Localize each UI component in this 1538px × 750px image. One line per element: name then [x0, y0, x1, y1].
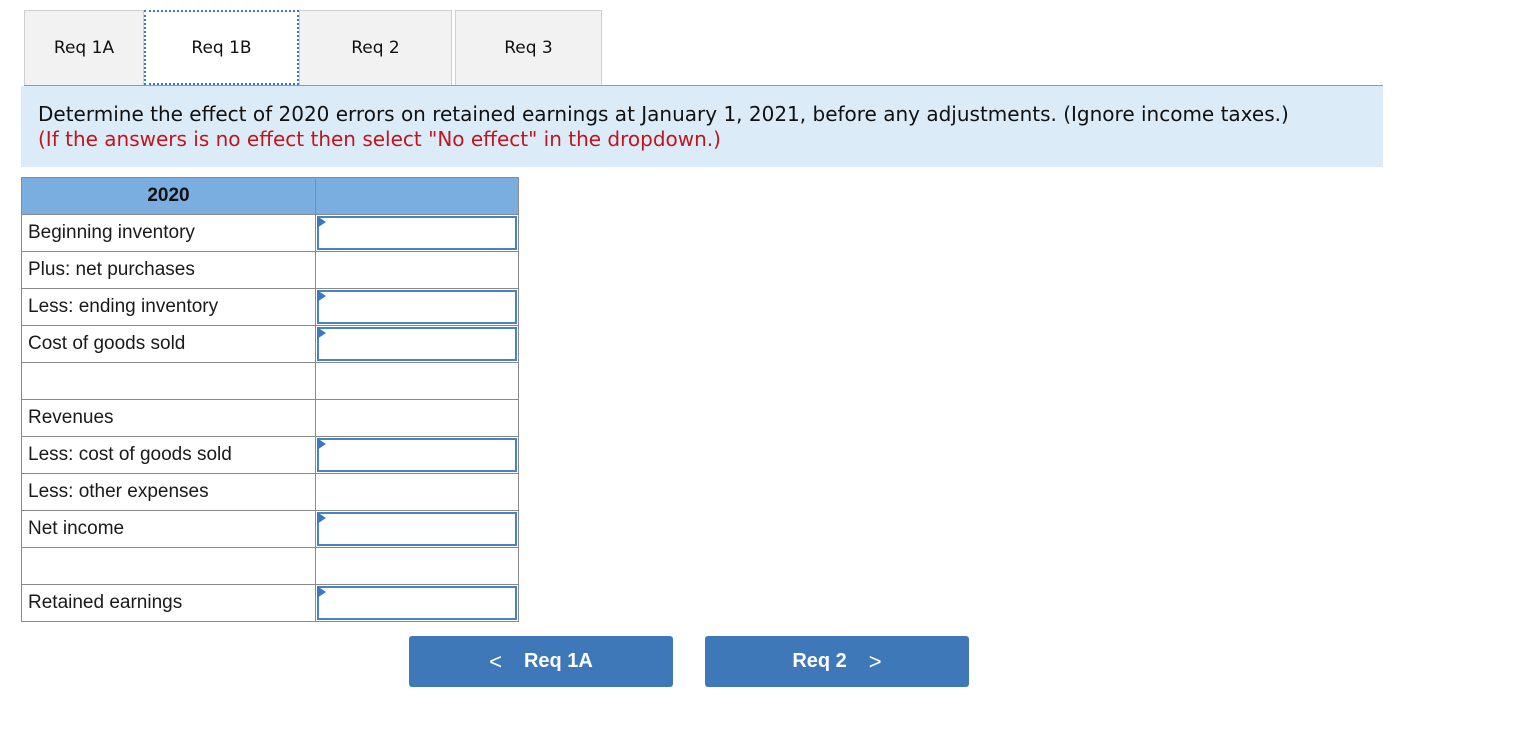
row-value-cell	[315, 399, 519, 437]
effect-dropdown[interactable]	[317, 438, 517, 472]
answer-table: 2020 Beginning inventory Plus: net purcha…	[21, 177, 519, 622]
chevron-left-icon: <	[489, 648, 502, 674]
row-value-cell	[315, 325, 519, 363]
prev-req-button[interactable]: < Req 1A	[409, 636, 673, 687]
dropdown-flag-icon	[317, 290, 326, 302]
row-value-cell	[315, 214, 519, 252]
row-label: Plus: net purchases	[21, 251, 316, 289]
row-label: Net income	[21, 510, 316, 548]
row-value-cell	[315, 510, 519, 548]
table-row	[21, 362, 519, 400]
row-label	[21, 362, 316, 400]
effect-dropdown[interactable]	[317, 290, 517, 324]
year-header: 2020	[21, 177, 316, 215]
row-value-cell	[315, 251, 519, 289]
row-label: Revenues	[21, 399, 316, 437]
instruction-text: Determine the effect of 2020 errors on r…	[38, 102, 1289, 126]
table-row	[21, 547, 519, 585]
table-row: Net income	[21, 510, 519, 548]
dropdown-flag-icon	[317, 327, 326, 339]
effect-dropdown[interactable]	[317, 327, 517, 361]
prev-req-label: Req 1A	[523, 650, 593, 672]
row-label: Cost of goods sold	[21, 325, 316, 363]
chevron-right-icon: >	[868, 648, 882, 674]
table-header-row: 2020	[21, 177, 519, 215]
table-row: Revenues	[21, 399, 519, 437]
row-value-cell	[315, 584, 519, 622]
tab-req-3[interactable]: Req 3	[455, 10, 602, 85]
requirement-tabs: Req 1A Req 1B Req 2 Req 3	[24, 10, 602, 85]
tab-req-1b[interactable]: Req 1B	[144, 10, 299, 85]
table-row: Cost of goods sold	[21, 325, 519, 363]
row-label: Less: other expenses	[21, 473, 316, 511]
dropdown-flag-icon	[317, 216, 326, 228]
table-row: Retained earnings	[21, 584, 519, 622]
next-req-label: Req 2	[792, 650, 847, 672]
dropdown-flag-icon	[317, 512, 326, 524]
value-header	[315, 177, 519, 215]
row-value-cell	[315, 473, 519, 511]
effect-dropdown[interactable]	[317, 512, 517, 546]
instruction-box: Determine the effect of 2020 errors on r…	[21, 86, 1383, 167]
dropdown-flag-icon	[317, 586, 326, 598]
tab-req-2[interactable]: Req 2	[299, 10, 452, 85]
effect-dropdown[interactable]	[317, 216, 517, 250]
table-row: Less: ending inventory	[21, 288, 519, 326]
row-value-cell	[315, 288, 519, 326]
next-req-button[interactable]: Req 2 >	[705, 636, 969, 687]
table-row: Less: other expenses	[21, 473, 519, 511]
table-row: Plus: net purchases	[21, 251, 519, 289]
row-label: Beginning inventory	[21, 214, 316, 252]
instruction-note: (If the answers is no effect then select…	[38, 127, 721, 151]
row-label	[21, 547, 316, 585]
tab-req-1a[interactable]: Req 1A	[24, 10, 144, 85]
row-value-cell	[315, 547, 519, 585]
row-label: Less: cost of goods sold	[21, 436, 316, 474]
table-row: Less: cost of goods sold	[21, 436, 519, 474]
row-label: Retained earnings	[21, 584, 316, 622]
dropdown-flag-icon	[317, 438, 326, 450]
table-row: Beginning inventory	[21, 214, 519, 252]
row-value-cell	[315, 436, 519, 474]
row-value-cell	[315, 362, 519, 400]
row-label: Less: ending inventory	[21, 288, 316, 326]
effect-dropdown[interactable]	[317, 586, 517, 620]
